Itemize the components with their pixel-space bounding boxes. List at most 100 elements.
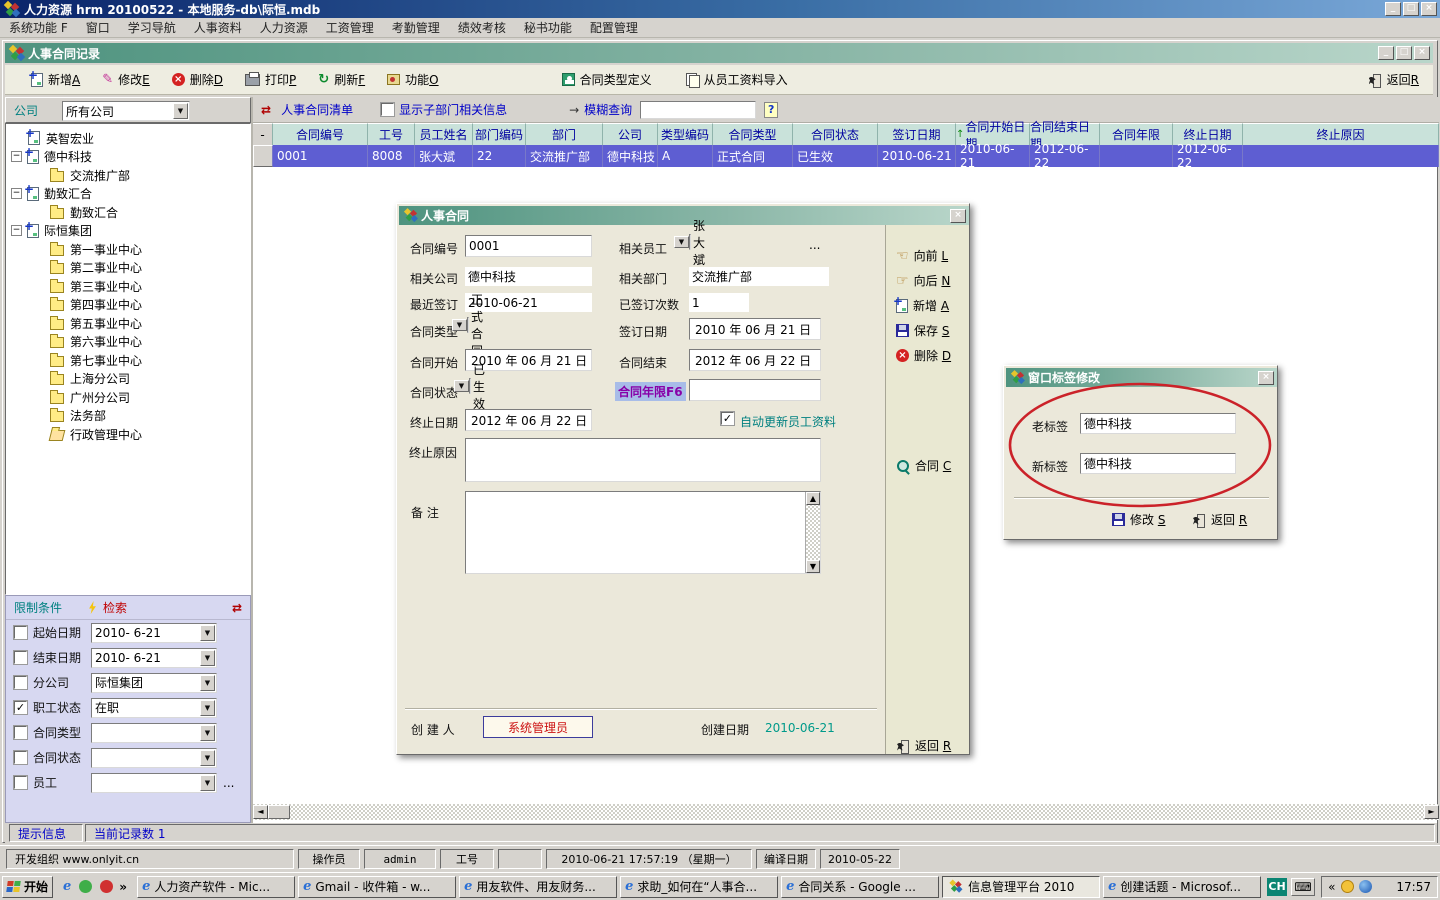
- filter-checkbox[interactable]: [14, 751, 27, 764]
- tree-item[interactable]: 第二事业中心: [6, 259, 250, 278]
- tree-item-label[interactable]: 广州分公司: [70, 389, 130, 406]
- tree-item-label[interactable]: 第三事业中心: [70, 278, 142, 295]
- close-icon[interactable]: ×: [1421, 2, 1437, 16]
- filter-checkbox[interactable]: [14, 626, 27, 639]
- menu-config[interactable]: 配置管理: [581, 17, 647, 38]
- collapse-icon[interactable]: −: [11, 151, 22, 162]
- function-button[interactable]: 功能O: [383, 69, 442, 90]
- scroll-down-icon[interactable]: ▼: [806, 560, 820, 573]
- swap-icon[interactable]: ⇄: [261, 103, 271, 117]
- menu-human-resource[interactable]: 人力资源: [251, 17, 317, 38]
- contract-lookup-button[interactable]: 合同 C: [896, 453, 969, 478]
- quicklaunch-ie-icon[interactable]: e: [63, 879, 71, 894]
- tree-item[interactable]: 广州分公司: [6, 388, 250, 407]
- chevron-down-icon[interactable]: [454, 380, 469, 392]
- print-button[interactable]: 打印P: [241, 69, 300, 90]
- tree-item[interactable]: 勤致汇合: [6, 203, 250, 222]
- dialog-close-icon[interactable]: ×: [950, 209, 966, 223]
- tree-item[interactable]: −勤致汇合: [6, 185, 250, 204]
- column-header[interactable]: 类型编码: [658, 123, 713, 145]
- mdi-close-icon[interactable]: ×: [1414, 46, 1430, 60]
- scroll-up-icon[interactable]: ▲: [806, 492, 820, 505]
- quicklaunch-messenger-icon[interactable]: [79, 880, 92, 893]
- task-button[interactable]: e合同关系 - Google ...: [781, 876, 939, 898]
- filter-checkbox[interactable]: [14, 726, 27, 739]
- employee-more-button[interactable]: ...: [809, 238, 820, 252]
- tree-item-label[interactable]: 英智宏业: [46, 130, 94, 147]
- tree-item[interactable]: 第三事业中心: [6, 277, 250, 296]
- cell-contract-no[interactable]: 0001: [273, 145, 368, 167]
- swap-icon[interactable]: ⇄: [232, 601, 242, 615]
- remark-scrollbar[interactable]: ▲ ▼: [805, 492, 820, 573]
- tree-item-label[interactable]: 德中科技: [44, 148, 92, 165]
- cell-emp-no[interactable]: 8008: [368, 145, 415, 167]
- tree-item[interactable]: 交流推广部: [6, 166, 250, 185]
- dialog-delete-button[interactable]: ×删除 D: [896, 343, 969, 368]
- auto-update-checkbox[interactable]: ✓: [721, 412, 734, 425]
- tree-item-label[interactable]: 上海分公司: [70, 370, 130, 387]
- show-sub-dept-checkbox[interactable]: [381, 103, 394, 116]
- auto-update-label[interactable]: 自动更新员工资料: [740, 413, 836, 430]
- cell-start-date[interactable]: 2010-06-21: [956, 145, 1030, 167]
- label-dialog-close-icon[interactable]: ×: [1258, 371, 1274, 385]
- modify-button[interactable]: 修改 S: [1112, 511, 1165, 528]
- scroll-left-icon[interactable]: ◄: [253, 805, 268, 819]
- employee-select[interactable]: [91, 773, 217, 793]
- chevron-down-icon[interactable]: [674, 236, 689, 248]
- stop-date-input[interactable]: 2012 年 06 月 22 日: [465, 409, 592, 431]
- contract-status-combo[interactable]: 已生效: [469, 378, 471, 394]
- chevron-down-icon[interactable]: [200, 750, 215, 766]
- contract-term-input[interactable]: [689, 379, 821, 401]
- column-header[interactable]: 员工姓名: [415, 123, 473, 145]
- stop-reason-textarea[interactable]: [465, 438, 821, 482]
- tree-item[interactable]: −际恒集团: [6, 222, 250, 241]
- task-button-active[interactable]: 信息管理平台 2010: [942, 876, 1100, 898]
- horizontal-scrollbar[interactable]: ◄ ►: [253, 804, 1439, 820]
- task-button[interactable]: e用友软件、用友财务...: [459, 876, 617, 898]
- tree-item[interactable]: 第一事业中心: [6, 240, 250, 259]
- label-return-button[interactable]: 返回 R: [1192, 511, 1247, 528]
- tray-orb-icon[interactable]: [1359, 880, 1372, 893]
- tray-expand-icon[interactable]: «: [1328, 880, 1335, 894]
- tree-item[interactable]: 第六事业中心: [6, 333, 250, 352]
- quicklaunch-mail-icon[interactable]: [100, 880, 113, 893]
- prev-button[interactable]: ☜向前 L: [896, 243, 969, 268]
- contract-type-select[interactable]: [91, 723, 217, 743]
- employee-combo[interactable]: 张大斌: [689, 234, 691, 250]
- cell-dept-code[interactable]: 22: [473, 145, 526, 167]
- chevron-down-icon[interactable]: [200, 700, 215, 716]
- filter-checkbox[interactable]: ✓: [14, 701, 27, 714]
- column-header[interactable]: 工号: [368, 123, 415, 145]
- end-date-select[interactable]: 2010- 6-21: [91, 648, 217, 668]
- language-indicator[interactable]: CH: [1267, 878, 1287, 896]
- next-button[interactable]: ☞向后 N: [896, 268, 969, 293]
- staff-status-select[interactable]: 在职: [91, 698, 217, 718]
- column-header[interactable]: 合同编号: [273, 123, 368, 145]
- tray-smiley-icon[interactable]: [1341, 880, 1354, 893]
- dialog-save-button[interactable]: 保存 S: [896, 318, 969, 343]
- tree-item[interactable]: 上海分公司: [6, 370, 250, 389]
- cell-company[interactable]: 德中科技: [603, 145, 658, 167]
- menu-attendance[interactable]: 考勤管理: [383, 17, 449, 38]
- tab-contract-list[interactable]: 人事合同清单: [281, 101, 353, 118]
- task-button[interactable]: e创建话题 - Microsof...: [1103, 876, 1261, 898]
- refresh-button[interactable]: ↻ 刷新F: [314, 69, 369, 90]
- scrollbar-thumb[interactable]: [268, 805, 290, 819]
- cell-type-code[interactable]: A: [658, 145, 713, 167]
- menu-salary[interactable]: 工资管理: [317, 17, 383, 38]
- tree-item[interactable]: 第五事业中心: [6, 314, 250, 333]
- tree-item[interactable]: 第四事业中心: [6, 296, 250, 315]
- remark-textarea[interactable]: ▲ ▼: [465, 491, 821, 574]
- dialog-add-button[interactable]: 新增 A: [896, 293, 969, 318]
- contract-end-input[interactable]: 2012 年 06 月 22 日: [689, 349, 821, 371]
- chevron-down-icon[interactable]: [200, 675, 215, 691]
- column-header[interactable]: 签订日期: [878, 123, 956, 145]
- cell-dept[interactable]: 交流推广部: [526, 145, 603, 167]
- menu-performance[interactable]: 绩效考核: [449, 17, 515, 38]
- tree-item-label[interactable]: 第五事业中心: [70, 315, 142, 332]
- mdi-minimize-icon[interactable]: _: [1378, 46, 1394, 60]
- company-select[interactable]: 所有公司: [62, 101, 190, 121]
- menu-learning-nav[interactable]: 学习导航: [119, 17, 185, 38]
- fuzzy-search-input[interactable]: [640, 101, 756, 119]
- maximize-icon[interactable]: □: [1403, 2, 1419, 16]
